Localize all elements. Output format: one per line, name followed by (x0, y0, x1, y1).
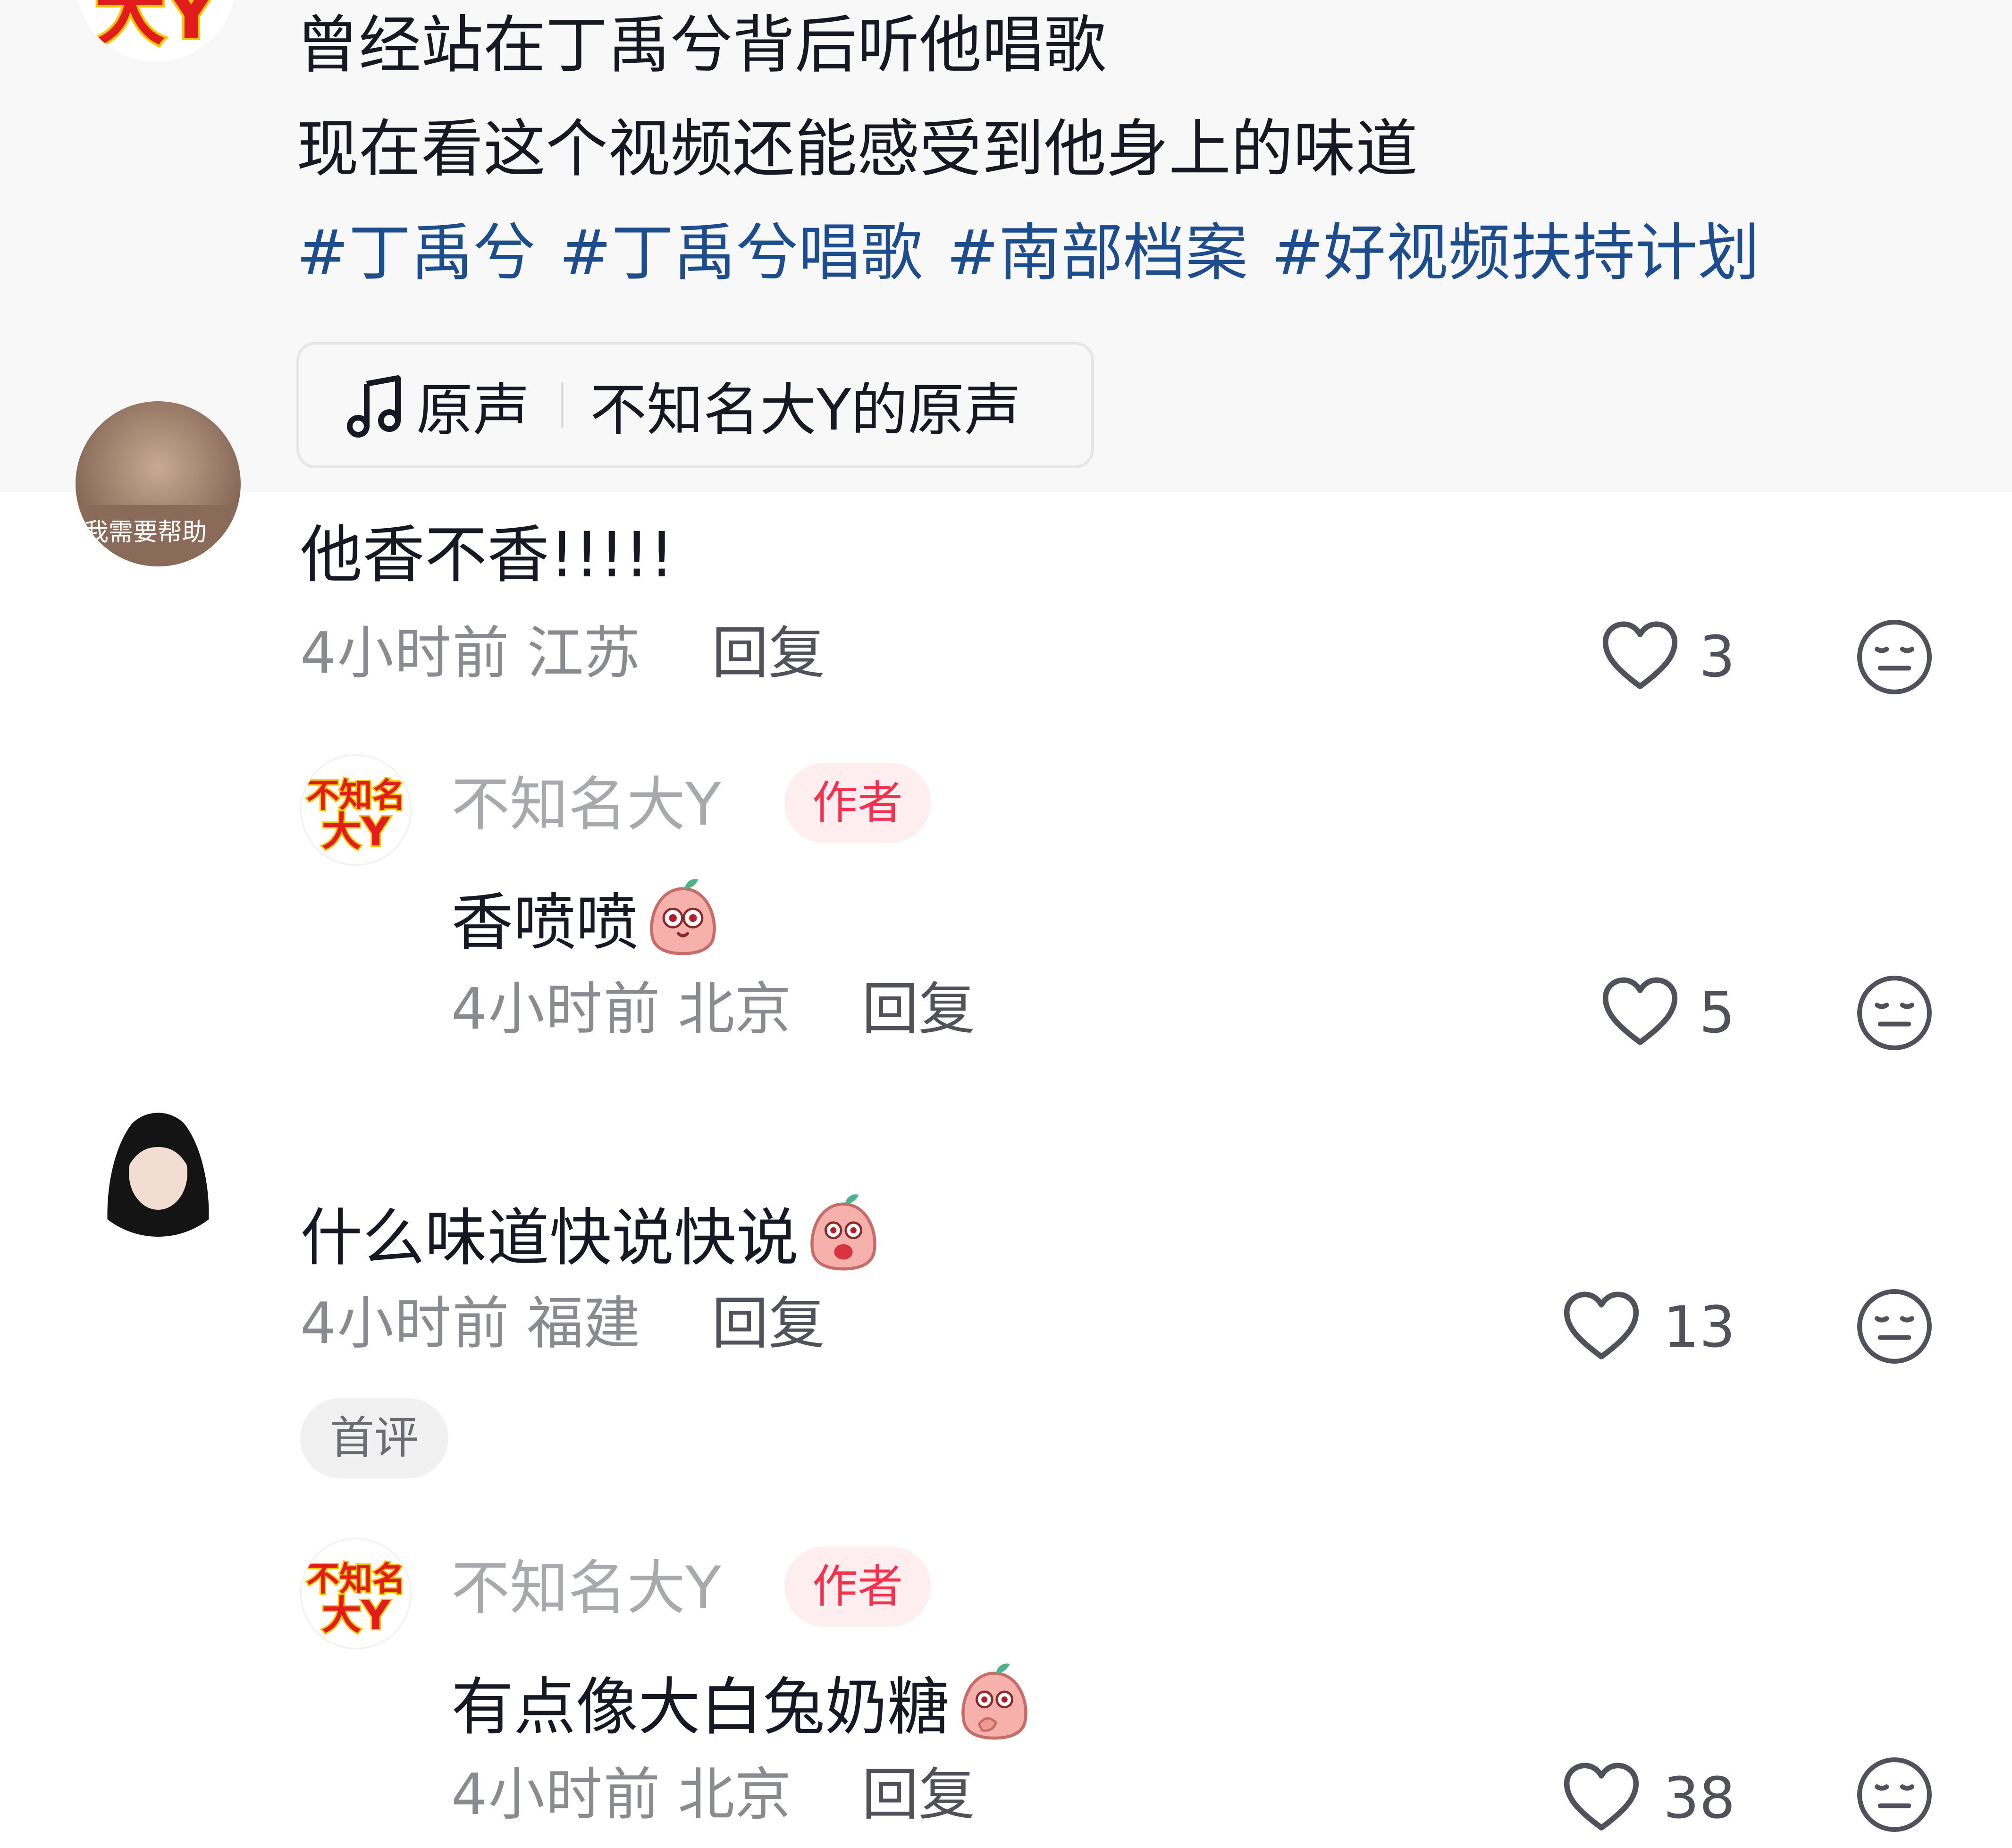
reply-username[interactable]: 不知名大Y (451, 1553, 721, 1624)
post-author-avatar[interactable]: 大Y (76, 0, 236, 61)
reply-time: 4小时前 (451, 977, 661, 1042)
like-count: 5 (1699, 980, 1735, 1046)
like-count: 38 (1663, 1766, 1735, 1831)
hashtag-row: #丁禹兮 #丁禹兮唱歌 #南部档案 #好视频扶持计划 (296, 215, 1783, 291)
reply-location: 北京 (678, 1762, 791, 1828)
reply-time: 4小时前 (451, 1762, 661, 1828)
like-count: 3 (1699, 624, 1735, 690)
reply-button[interactable]: 回复 (712, 618, 825, 689)
comment-time: 4小时前 (300, 1291, 510, 1357)
caption-line-2: 现在看这个视频还能感受到他身上的味道 (296, 113, 1418, 186)
comment-text: 什么味道快说快说 (300, 1189, 884, 1276)
hashtag-link[interactable]: #丁禹兮 (296, 217, 536, 289)
heart-outline-icon[interactable] (1600, 620, 1680, 691)
neutral-face-icon[interactable] (1855, 1287, 1934, 1366)
music-note-icon (347, 375, 401, 438)
author-badge: 作者 (784, 1546, 931, 1627)
comment-text-content: 什么味道快说快说 (300, 1202, 799, 1274)
reply-text: 有点像大白兔奶糖 (451, 1658, 1035, 1745)
svg-text:大Y: 大Y (322, 1592, 391, 1638)
reply-button[interactable]: 回复 (712, 1289, 825, 1359)
author-avatar[interactable]: 不知名 大Y (300, 754, 412, 866)
neutral-face-icon[interactable] (1855, 617, 1934, 697)
peach-sticker-emoji (650, 879, 716, 955)
comment-meta: 4小时前 江苏 (300, 618, 640, 689)
first-comment-badge: 首评 (300, 1398, 448, 1478)
music-name: 不知名大Y的原声 (590, 378, 1021, 443)
hashtag-link[interactable]: #好视频扶持计划 (1271, 217, 1760, 289)
avatar-caption: 我需要帮助 (84, 518, 207, 547)
reply-button[interactable]: 回复 (862, 974, 975, 1045)
like-count: 13 (1663, 1295, 1735, 1360)
author-badge: 作者 (784, 763, 931, 843)
reply-text-content: 有点像大白兔奶糖 (451, 1671, 950, 1744)
heart-outline-icon[interactable] (1561, 1291, 1642, 1361)
author-avatar[interactable]: 不知名 大Y (300, 1538, 412, 1649)
post-caption-area: 大Y 曾经站在丁禹兮背后听他唱歌 现在看这个视频还能感受到他身上的味道 #丁禹兮… (0, 0, 2012, 492)
reply-button[interactable]: 回复 (862, 1760, 975, 1831)
heart-outline-icon[interactable] (1600, 976, 1680, 1047)
caption-line-1: 曾经站在丁禹兮背后听他唱歌 (296, 9, 1106, 82)
music-separator (561, 382, 564, 428)
reply-text: 香喷喷 (451, 873, 723, 961)
reply-meta: 4小时前 北京 (451, 1760, 791, 1831)
svg-text:大Y: 大Y (95, 0, 218, 55)
comment-location: 江苏 (527, 621, 640, 686)
hashtag-link[interactable]: #南部档案 (946, 217, 1248, 289)
comment-meta: 4小时前 福建 (300, 1289, 640, 1359)
comment-time: 4小时前 (300, 621, 510, 686)
neutral-face-icon[interactable] (1855, 1755, 1934, 1834)
music-label: 原声 (416, 378, 530, 443)
reply-username[interactable]: 不知名大Y (451, 769, 721, 840)
comment-location: 福建 (527, 1291, 640, 1357)
svg-text:大Y: 大Y (322, 809, 391, 855)
comment-text: 他香不香!!!!! (300, 519, 674, 591)
heart-outline-icon[interactable] (1561, 1762, 1642, 1832)
commenter-avatar[interactable] (76, 1072, 241, 1237)
music-chip[interactable]: 原声 不知名大Y的原声 (296, 342, 1094, 468)
peach-sticker-emoji (810, 1194, 876, 1271)
peach-sticker-emoji (961, 1663, 1027, 1740)
reply-location: 北京 (678, 977, 791, 1042)
neutral-face-icon[interactable] (1855, 973, 1934, 1053)
hashtag-link[interactable]: #丁禹兮唱歌 (559, 217, 923, 289)
reply-meta: 4小时前 北京 (451, 974, 791, 1045)
reply-text-content: 香喷喷 (451, 886, 638, 959)
